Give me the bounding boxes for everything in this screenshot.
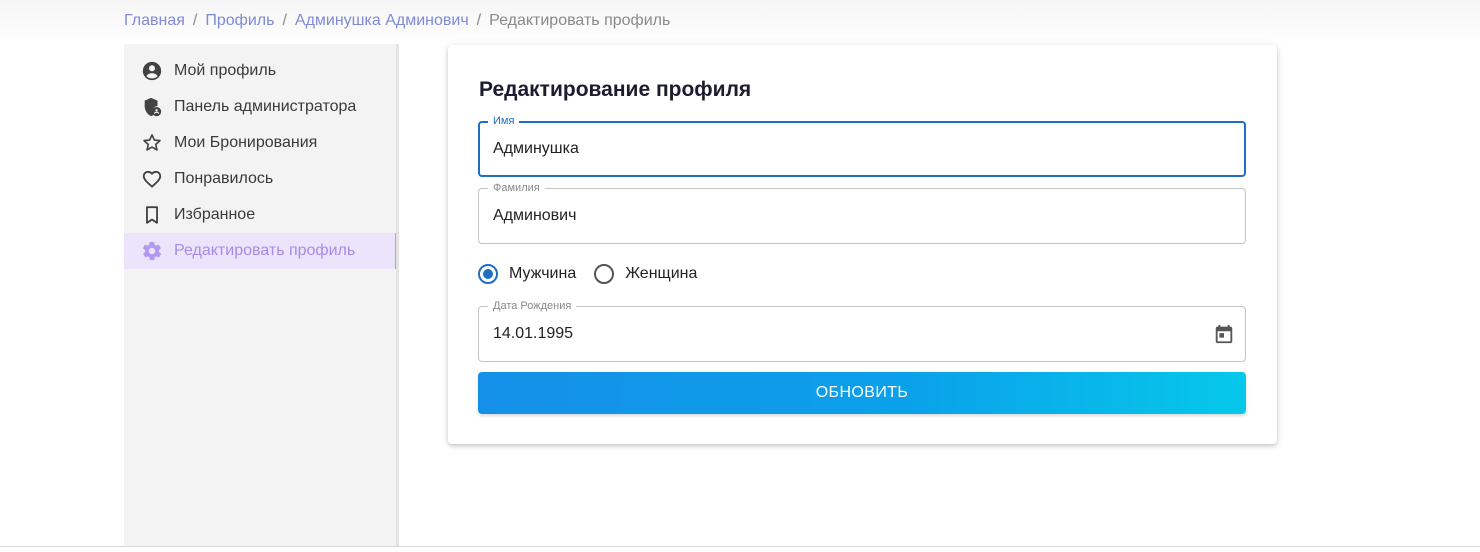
breadcrumb-current: Редактировать профиль	[489, 12, 671, 29]
form-title: Редактирование профиля	[479, 78, 752, 101]
gender-male-radio[interactable]: Мужчина	[478, 264, 576, 284]
sidebar-item-label: Понравилось	[174, 170, 274, 187]
sidebar-item-edit-profile[interactable]: Редактировать профиль	[124, 233, 398, 269]
admin-shield-icon	[141, 96, 163, 118]
settings-gear-icon	[141, 240, 163, 262]
update-button[interactable]: ОБНОВИТЬ	[478, 372, 1246, 414]
breadcrumb-profile-link[interactable]: Профиль	[205, 12, 274, 30]
bookmark-outline-icon	[141, 204, 163, 226]
radio-checked-icon	[478, 264, 498, 284]
sidebar-item-my-profile[interactable]: Мой профиль	[124, 53, 398, 89]
sidebar: Мой профиль Панель администратора Мои Бр…	[124, 44, 398, 546]
sidebar-item-favorites[interactable]: Избранное	[124, 197, 398, 233]
heart-outline-icon	[141, 168, 163, 190]
account-circle-icon	[141, 60, 163, 82]
radio-unchecked-icon	[594, 264, 615, 284]
gender-male-label: Мужчина	[509, 265, 577, 282]
sidebar-item-liked[interactable]: Понравилось	[124, 161, 398, 197]
breadcrumb-home-link[interactable]: Главная	[124, 12, 185, 30]
breadcrumb-separator: /	[476, 12, 482, 29]
gender-female-radio[interactable]: Женщина	[594, 264, 697, 284]
last-name-field[interactable]: Фамилия Админович	[478, 182, 1246, 244]
breadcrumb-user-link[interactable]: Админушка Админович	[295, 12, 469, 30]
first-name-label: Имя	[488, 115, 520, 127]
gender-female-label: Женщина	[625, 265, 698, 282]
sidebar-item-my-bookings[interactable]: Мои Бронирования	[124, 125, 398, 161]
calendar-icon[interactable]	[1213, 323, 1235, 345]
birth-date-value: 14.01.1995	[493, 325, 574, 342]
birth-date-field[interactable]: Дата Рождения 14.01.1995	[478, 300, 1246, 362]
breadcrumb: Главная / Профиль / Админушка Админович …	[124, 12, 670, 30]
sidebar-item-label: Редактировать профиль	[174, 242, 356, 259]
sidebar-item-label: Мои Бронирования	[174, 134, 318, 151]
sidebar-item-admin-panel[interactable]: Панель администратора	[124, 89, 398, 125]
sidebar-divider	[396, 44, 399, 546]
sidebar-item-label: Панель администратора	[174, 98, 357, 115]
last-name-value: Админович	[493, 207, 577, 224]
first-name-value: Админушка	[493, 140, 579, 157]
edit-profile-card: Редактирование профиля Имя Админушка Фам…	[448, 45, 1277, 444]
star-outline-icon	[141, 132, 163, 154]
last-name-label: Фамилия	[488, 182, 545, 194]
first-name-field[interactable]: Имя Админушка	[478, 115, 1246, 177]
breadcrumb-separator: /	[192, 12, 198, 29]
breadcrumb-separator: /	[282, 12, 287, 29]
sidebar-item-label: Избранное	[174, 206, 256, 223]
birth-date-label: Дата Рождения	[488, 300, 577, 312]
sidebar-item-label: Мой профиль	[174, 62, 277, 79]
gender-radio-group: Мужчина Женщина	[478, 264, 715, 284]
bottom-divider	[0, 546, 1480, 547]
